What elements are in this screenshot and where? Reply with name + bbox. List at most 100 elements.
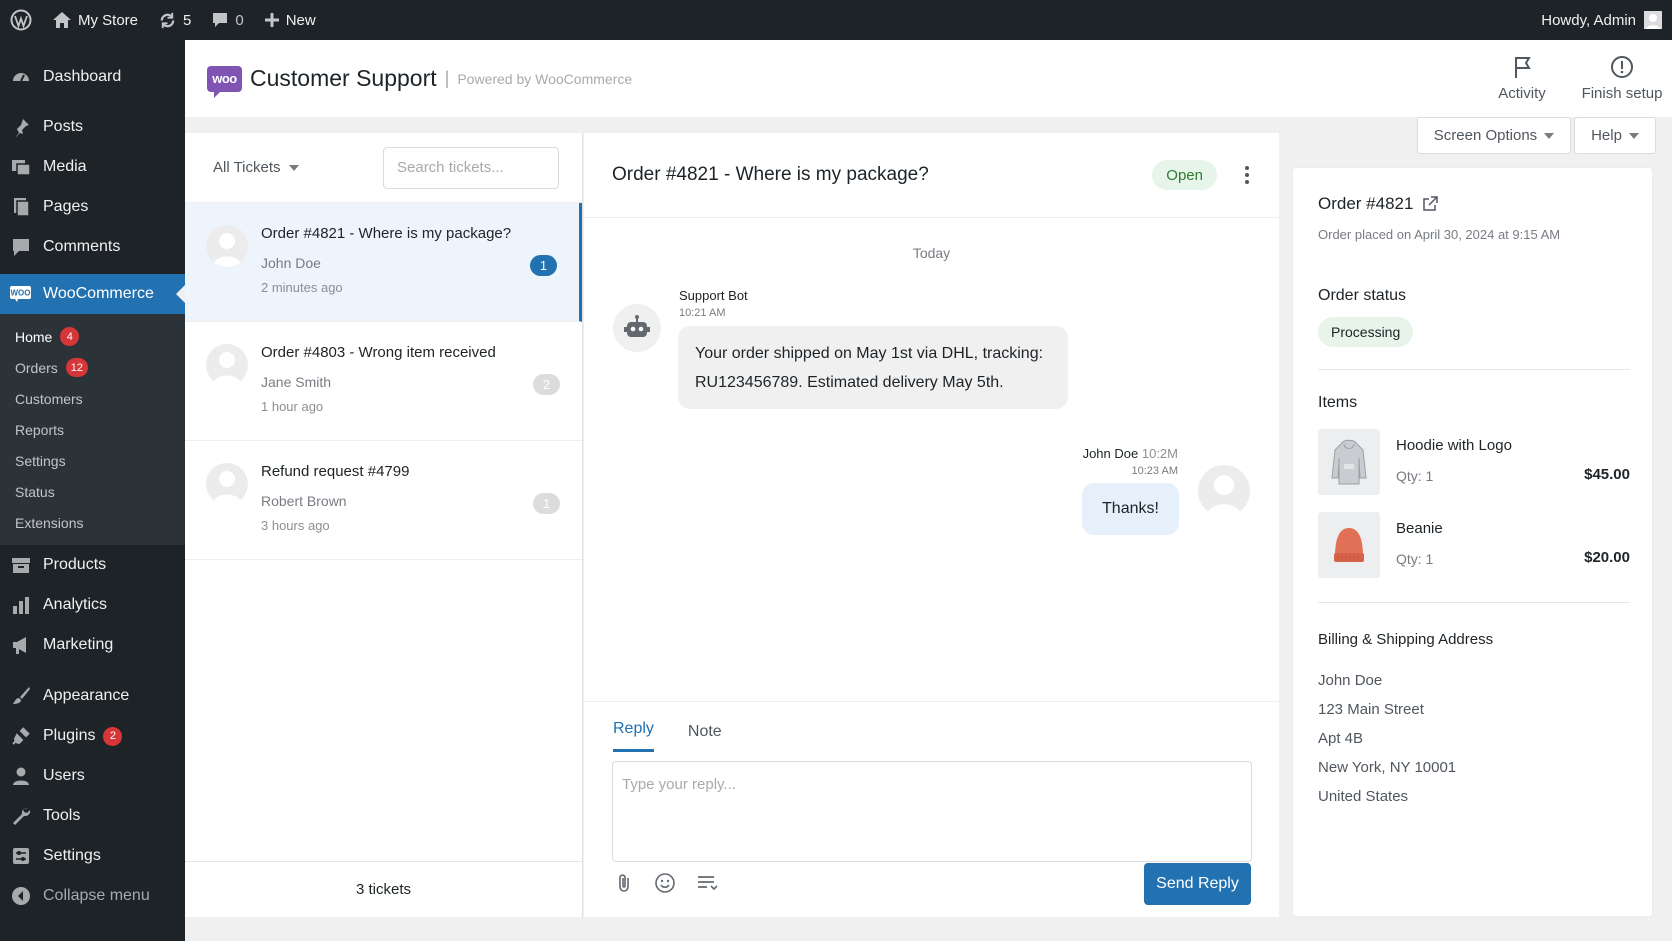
more-options-icon[interactable] <box>1243 166 1251 184</box>
site-name-link[interactable]: My Store <box>42 0 148 40</box>
avatar <box>206 225 248 267</box>
menu-settings[interactable]: Settings <box>0 836 185 876</box>
caret-down-icon <box>1628 132 1639 144</box>
menu-products[interactable]: Products <box>0 545 185 585</box>
menu-analytics[interactable]: Analytics <box>0 585 185 625</box>
message-time: 10:23 AM <box>1131 465 1178 477</box>
greeting: Howdy, Admin <box>1541 11 1636 29</box>
order-item: Beanie Qty: 1 $20.00 <box>1318 512 1630 578</box>
ticket-time: 1 hour ago <box>261 399 324 414</box>
product-name: Beanie <box>1396 520 1443 537</box>
wrench-icon <box>10 806 31 827</box>
new-content-link[interactable]: New <box>254 0 326 40</box>
message-sender: Support Bot <box>679 288 748 303</box>
finish-setup-button[interactable]: Finish setup <box>1572 40 1672 117</box>
submenu-customers[interactable]: Customers <box>0 383 185 414</box>
menu-label: Users <box>43 767 85 784</box>
submenu-label: Status <box>15 483 55 500</box>
beanie-image <box>1334 528 1364 562</box>
submenu-orders[interactable]: Orders 12 <box>0 352 185 383</box>
avatar <box>206 344 248 386</box>
external-link-icon[interactable] <box>1422 196 1439 212</box>
product-name: Hoodie with Logo <box>1396 437 1512 454</box>
avatar <box>1198 465 1250 517</box>
comment-icon <box>213 13 228 27</box>
ticket-item[interactable]: Order #4821 - Where is my package? John … <box>185 203 582 322</box>
updates-link[interactable]: 5 <box>148 0 201 40</box>
conversation-panel: Order #4821 - Where is my package? Open … <box>584 133 1279 917</box>
wordpress-logo-button[interactable] <box>0 0 42 40</box>
menu-label: Appearance <box>43 687 130 704</box>
message-bubble: Your order shipped on May 1st via DHL, t… <box>678 326 1068 409</box>
menu-label: Settings <box>43 847 101 864</box>
menu-label: Posts <box>43 118 84 135</box>
menu-users[interactable]: Users <box>0 756 185 796</box>
admin-bar: My Store 5 0 New Howdy, Admin <box>0 0 1672 40</box>
menu-label: Marketing <box>43 636 114 653</box>
canned-responses-icon[interactable] <box>696 872 718 894</box>
menu-appearance[interactable]: Appearance <box>0 676 185 716</box>
menu-woocommerce[interactable]: WOO WooCommerce <box>0 274 185 314</box>
menu-label: WooCommerce <box>43 285 154 302</box>
submenu-reports[interactable]: Reports <box>0 414 185 445</box>
attachment-icon[interactable] <box>614 872 634 894</box>
menu-pages[interactable]: Pages <box>0 187 185 227</box>
address-heading: Billing & Shipping Address <box>1318 631 1494 648</box>
product-thumbnail <box>1318 429 1380 495</box>
submenu-settings[interactable]: Settings <box>0 445 185 476</box>
woocommerce-submenu: Home 4 Orders 12 Customers Reports Setting… <box>0 314 185 545</box>
submenu-label: Extensions <box>15 514 84 531</box>
woo-logo: woo <box>207 65 242 98</box>
menu-posts[interactable]: Posts <box>0 107 185 147</box>
tab-reply[interactable]: Reply <box>613 720 654 752</box>
account-menu[interactable]: Howdy, Admin <box>1531 0 1672 40</box>
ticket-filter-dropdown[interactable]: All Tickets <box>213 159 299 176</box>
menu-label: Media <box>43 158 87 175</box>
menu-marketing[interactable]: Marketing <box>0 625 185 665</box>
action-label: Activity <box>1498 85 1546 102</box>
menu-dashboard[interactable]: Dashboard <box>0 57 185 97</box>
comments-link[interactable]: 0 <box>201 0 253 40</box>
menu-media[interactable]: Media <box>0 147 185 187</box>
emoji-icon[interactable] <box>654 872 676 894</box>
address-line: John Doe <box>1318 672 1383 689</box>
caret-down-icon <box>288 164 299 176</box>
plus-icon <box>264 13 279 27</box>
menu-label: Tools <box>43 807 81 824</box>
comment-icon <box>10 237 31 258</box>
reply-composer: Reply Note Type your reply... Send Reply <box>584 701 1279 917</box>
menu-comments[interactable]: Comments <box>0 227 185 267</box>
updates-count: 5 <box>183 11 192 29</box>
product-qty: Qty: 1 <box>1396 468 1434 484</box>
filter-label: All Tickets <box>213 159 281 176</box>
info-icon <box>1611 56 1633 78</box>
pin-icon <box>10 117 31 138</box>
submenu-home[interactable]: Home 4 <box>0 321 185 352</box>
message-bubble: Thanks! <box>1082 483 1179 535</box>
menu-plugins[interactable]: Plugins 2 <box>0 716 185 756</box>
site-name: My Store <box>78 11 139 29</box>
page-title: Customer Support <box>250 65 437 91</box>
ticket-search-input[interactable]: Search tickets... <box>383 146 559 189</box>
submenu-status[interactable]: Status <box>0 476 185 507</box>
help-button[interactable]: Help <box>1574 117 1656 154</box>
ticket-item[interactable]: Order #4803 - Wrong item received Jane S… <box>185 322 582 441</box>
collapse-menu-button[interactable]: Collapse menu <box>0 876 185 916</box>
megaphone-icon <box>10 635 31 656</box>
bar-chart-icon <box>10 595 31 616</box>
submenu-extensions[interactable]: Extensions <box>0 507 185 538</box>
ticket-item[interactable]: Refund request #4799 Robert Brown 3 hour… <box>185 441 582 560</box>
reply-input[interactable]: Type your reply... <box>612 761 1252 862</box>
menu-tools[interactable]: Tools <box>0 796 185 836</box>
dashboard-icon <box>10 67 31 88</box>
settings-icon <box>10 846 31 867</box>
order-status-heading: Order status <box>1318 287 1407 304</box>
flag-icon <box>1515 57 1531 78</box>
tab-note[interactable]: Note <box>688 723 722 752</box>
user-icon <box>10 766 31 787</box>
screen-options-button[interactable]: Screen Options <box>1417 117 1571 154</box>
activity-button[interactable]: Activity <box>1472 40 1572 117</box>
title-separator: | <box>444 68 450 88</box>
wordpress-icon <box>10 9 32 31</box>
send-reply-button[interactable]: Send Reply <box>1144 863 1251 905</box>
